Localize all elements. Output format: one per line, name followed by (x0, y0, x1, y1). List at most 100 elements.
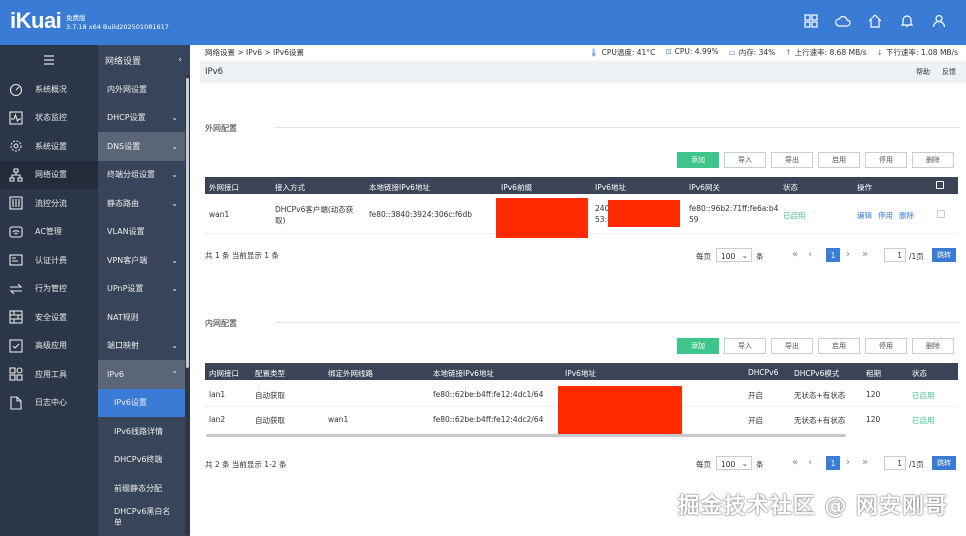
lan-mode: 无状态+有状态 (794, 391, 846, 400)
wan-iface: wan1 (209, 210, 230, 219)
bell-icon[interactable] (898, 12, 916, 30)
sidebar-item[interactable]: AC管理 (0, 218, 98, 247)
submenu-item[interactable]: 内外网设置 (98, 75, 190, 104)
gauge-icon (9, 82, 23, 97)
sidebar-item[interactable]: 应用工具 (0, 360, 98, 389)
row-checkbox[interactable] (937, 210, 945, 218)
sidebar-item[interactable]: 认证计费 (0, 246, 98, 275)
wan-disable-button[interactable]: 停用 (865, 152, 907, 168)
submenu-item[interactable]: DNS设置 ⌄ (98, 132, 190, 161)
lan-col-header: IPv6地址 (565, 369, 596, 378)
last-page-icon[interactable]: » (862, 457, 868, 468)
prev-page-icon[interactable]: ‹ (808, 457, 812, 468)
redaction-block (608, 200, 680, 227)
submenu-item[interactable]: VPN客户端 ⌄ (98, 246, 190, 275)
submenu-item-label: IPv6 (107, 369, 125, 379)
submenu-item[interactable]: 前缀静态分配 (98, 474, 190, 503)
lan-export-button[interactable]: 导出 (771, 338, 813, 354)
next-page-icon[interactable]: › (846, 249, 850, 260)
lan-disable-button[interactable]: 停用 (865, 338, 907, 354)
sidebar-item[interactable]: 行为管控 (0, 275, 98, 304)
system-stats: 🌡 CPU温度: 41°C ⊡ CPU: 4.99% ▭ 内存: 34% ↑ 上行速率:… (589, 47, 958, 58)
select-all-checkbox[interactable] (936, 181, 944, 189)
top-icons (802, 12, 948, 30)
lan-import-button[interactable]: 导入 (724, 338, 766, 354)
sidebar-item[interactable]: 流控分流 (0, 189, 98, 218)
sidebar-item-label: AC管理 (35, 227, 62, 237)
submenu-item[interactable]: VLAN设置 (98, 218, 190, 247)
sidebar-item[interactable]: 系统设置 (0, 132, 98, 161)
sidebar-item-label: 网络设置 (35, 170, 67, 180)
submenu-item[interactable]: 静态路由 ⌄ (98, 189, 190, 218)
jump-button[interactable]: 跳转 (932, 248, 956, 262)
lan-delete-button[interactable]: 删除 (912, 338, 954, 354)
prev-page-icon[interactable]: ‹ (808, 249, 812, 260)
main-sidebar: 系统概况状态监控 系统设置网络设置流控分流 AC管理认证计费 行为管控 安全设置 高级应用… (0, 45, 98, 536)
lan-add-button[interactable]: 添加 (677, 338, 719, 354)
gear-icon (9, 139, 23, 153)
collapse-icon[interactable]: ‹ (178, 55, 182, 65)
user-icon[interactable] (930, 12, 948, 30)
feedback-link[interactable]: 反馈 (942, 67, 956, 77)
submenu-item[interactable]: DHCP设置 ⌄ (98, 104, 190, 133)
redaction-block (496, 198, 588, 238)
submenu-item[interactable]: 终端分组设置 ⌄ (98, 161, 190, 190)
submenu-item[interactable]: IPv6线路详情 (98, 417, 190, 446)
disable-button[interactable]: 停用 (878, 210, 893, 221)
delete-button[interactable]: 删除 (899, 210, 914, 221)
sidebar-item[interactable]: 高级应用 (0, 332, 98, 361)
lan-col-header: 租期 (866, 369, 881, 378)
sidebar-item[interactable]: 状态监控 (0, 104, 98, 133)
current-page[interactable]: 1 (826, 248, 840, 262)
sidebar-item-label: 系统概况 (35, 84, 67, 94)
per-page-label: 每页 (696, 252, 711, 261)
page-input[interactable]: 1 (884, 248, 906, 262)
last-page-icon[interactable]: » (862, 249, 868, 260)
submenu-item[interactable]: 端口映射 ⌄ (98, 332, 190, 361)
monitor-icon: ▭ (728, 48, 736, 57)
first-page-icon[interactable]: « (792, 457, 798, 468)
page-size-select[interactable]: 100 ⌄ (716, 456, 752, 470)
first-page-icon[interactable]: « (792, 249, 798, 260)
help-link[interactable]: 帮助 (916, 67, 930, 77)
submenu-item[interactable]: IPv6设置 (98, 388, 190, 417)
wan-import-button[interactable]: 导入 (724, 152, 766, 168)
sidebar-item[interactable]: 网络设置 (0, 160, 98, 189)
submenu-item[interactable]: IPv6 ⌃ (98, 360, 190, 389)
cloud-icon[interactable] (834, 12, 852, 30)
grid-icon[interactable] (802, 12, 820, 30)
edit-button[interactable]: 编辑 (857, 210, 872, 221)
submenu-item[interactable]: DHCPv6黑白名单 (98, 503, 190, 532)
wan-add-button[interactable]: 添加 (677, 152, 719, 168)
submenu-item[interactable]: DHCPv6终端 (98, 446, 190, 475)
page-size-unit: 条 (756, 460, 764, 469)
wan-export-button[interactable]: 导出 (771, 152, 813, 168)
menu-toggle-icon[interactable] (0, 45, 98, 75)
network-icon (9, 168, 23, 182)
page-size-select[interactable]: 100 ⌄ (716, 248, 752, 262)
sidebar-item[interactable]: 系统概况 (0, 75, 98, 104)
submenu-item[interactable]: UPnP设置 ⌄ (98, 275, 190, 304)
firewall-icon (9, 310, 23, 324)
wan-delete-button[interactable]: 删除 (912, 152, 954, 168)
page-input[interactable]: 1 (884, 456, 906, 470)
home-icon[interactable] (866, 12, 884, 30)
lan-section-title: 内网配置 (205, 319, 237, 328)
jump-button[interactable]: 跳转 (932, 456, 956, 470)
lan-enable-button[interactable]: 启用 (818, 338, 860, 354)
submenu-item[interactable]: NAT规则 (98, 303, 190, 332)
next-page-icon[interactable]: › (846, 457, 850, 468)
current-page[interactable]: 1 (826, 456, 840, 470)
sidebar-item-label: 流控分流 (35, 198, 67, 208)
sidebar-item-label: 应用工具 (35, 369, 67, 379)
horizontal-scrollbar[interactable] (206, 434, 846, 437)
check-box-icon (9, 339, 23, 353)
wan-enable-button[interactable]: 启用 (818, 152, 860, 168)
chevron-down-icon: ⌄ (741, 251, 748, 260)
submenu-scroll-thumb[interactable] (186, 78, 189, 368)
arrow-up-icon: ↑ (785, 48, 792, 57)
submenu-item-label: NAT规则 (107, 312, 139, 322)
page-titlebar: IPv6 帮助 反馈 (200, 61, 966, 83)
sidebar-item[interactable]: 日志中心 (0, 389, 98, 418)
sidebar-item[interactable]: 安全设置 (0, 303, 98, 332)
